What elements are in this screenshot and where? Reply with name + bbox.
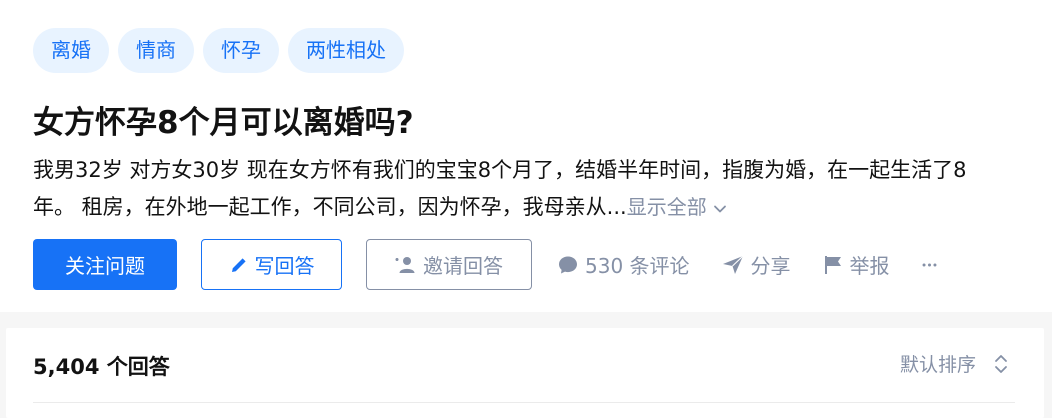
flag-icon — [824, 255, 841, 274]
question-actions: 关注问题 写回答 邀请回答 530 条评论 分享 举报 — [33, 239, 944, 290]
write-answer-label: 写回答 — [254, 254, 315, 278]
sort-label: 默认排序 — [899, 354, 976, 376]
add-user-icon — [395, 256, 415, 273]
report-label: 举报 — [849, 254, 890, 278]
question-header-card: 离婚 情商 怀孕 两性相处 女方怀孕8个月可以离婚吗? 我男32岁 对方女30岁… — [0, 0, 1052, 312]
follow-question-label: 关注问题 — [65, 254, 145, 278]
paper-plane-icon — [722, 255, 743, 274]
write-answer-button[interactable]: 写回答 — [201, 239, 342, 290]
follow-question-button[interactable]: 关注问题 — [33, 239, 177, 290]
question-description: 我男32岁 对方女30岁 现在女方怀有我们的宝宝8个月了，结婚半年时间，指腹为婚… — [33, 152, 1033, 226]
show-all-label: 显示全部 — [626, 195, 707, 219]
description-line-2: 年。 租房，在外地一起工作，不同公司，因为怀孕，我母亲从...显示全部 — [33, 189, 1033, 226]
report-button[interactable]: 举报 — [823, 250, 890, 279]
show-all-button[interactable]: 显示全部 — [627, 195, 727, 219]
topic-tag-eq[interactable]: 情商 — [118, 28, 194, 73]
question-title[interactable]: 女方怀孕8个月可以离婚吗? — [33, 100, 1023, 146]
divider — [33, 402, 1015, 403]
invite-answer-label: 邀请回答 — [423, 254, 503, 278]
comments-count-label: 530 条评论 — [585, 254, 690, 278]
invite-answer-button[interactable]: 邀请回答 — [366, 239, 532, 290]
description-line-1: 我男32岁 对方女30岁 现在女方怀有我们的宝宝8个月了，结婚半年时间，指腹为婚… — [33, 158, 967, 182]
topic-tag-relationships[interactable]: 两性相处 — [288, 28, 404, 73]
pencil-icon — [231, 257, 246, 272]
topic-tag-pregnancy[interactable]: 怀孕 — [203, 28, 279, 73]
share-button[interactable]: 分享 — [722, 250, 791, 279]
ellipsis-icon — [922, 263, 936, 266]
share-label: 分享 — [750, 254, 791, 278]
topic-tags: 离婚 情商 怀孕 两性相处 — [33, 28, 404, 73]
sort-dropdown[interactable]: 默认排序 — [900, 350, 1008, 377]
answer-count: 5,404 个回答 — [33, 355, 170, 379]
topic-tag-divorce[interactable]: 离婚 — [33, 28, 109, 73]
comments-button[interactable]: 530 条评论 — [558, 250, 690, 279]
comment-bubble-icon — [559, 256, 577, 273]
answers-list-header: 5,404 个回答 默认排序 — [6, 328, 1044, 418]
chevron-down-icon — [713, 205, 726, 212]
sort-updown-icon — [995, 354, 1007, 373]
description-line-2-text: 年。 租房，在外地一起工作，不同公司，因为怀孕，我母亲从... — [33, 195, 627, 219]
more-button[interactable] — [922, 262, 944, 268]
